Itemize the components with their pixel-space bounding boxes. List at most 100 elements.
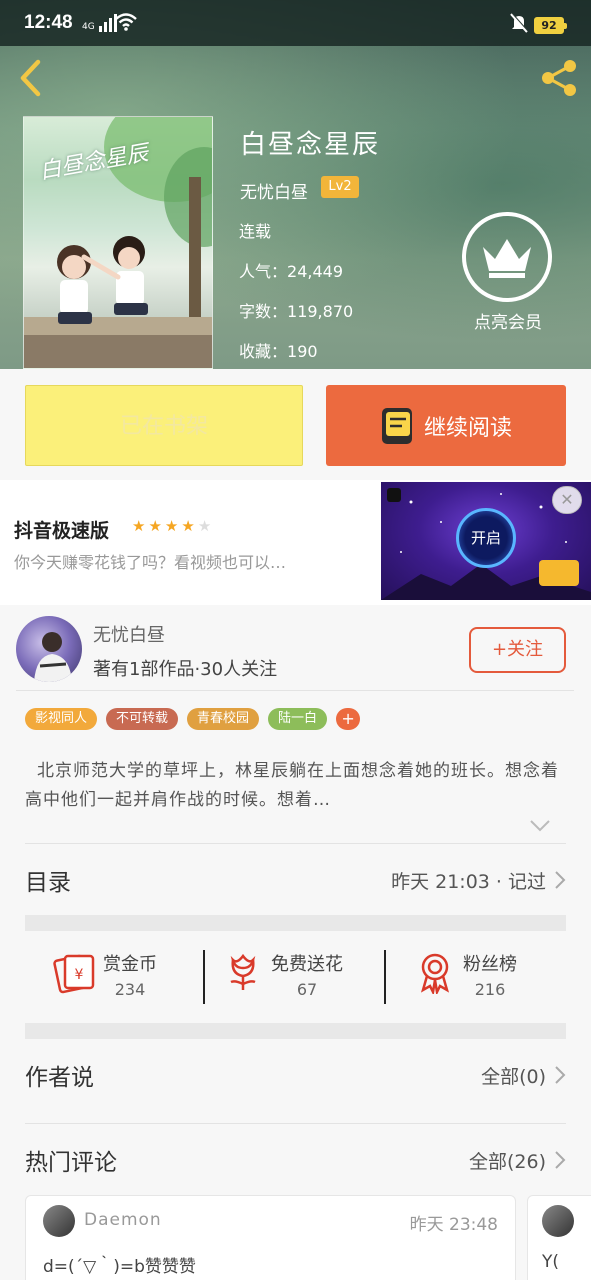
book-cover[interactable]: 白昼念星辰 [23,116,213,369]
add-tag-button[interactable]: + [336,708,361,730]
commenter-name[interactable]: Daemon [84,1210,162,1230]
status-bar: 12:48 4G 92 [0,0,591,46]
continue-reading-button[interactable]: 继续阅读 [326,385,566,466]
catalog-title: 目录 [25,870,71,896]
star-icon: ★ [181,517,198,535]
divider [16,690,574,691]
ad-subtitle: 你今天赚零花钱了吗？看视频也可以… [14,553,287,572]
stat-value: 234 [114,980,146,999]
vip-ring [462,212,552,302]
comment-text: Y( [542,1252,560,1272]
tag-chip[interactable]: 陆一白 [268,708,328,730]
network-type: 4G [82,22,95,32]
vip-label: 点亮会员 [474,313,542,333]
expand-synopsis-button[interactable] [529,818,551,837]
chevron-right-icon [555,1151,566,1169]
stat-label: 赏金币 [103,954,157,975]
author-name[interactable]: 无忧白昼 [93,621,165,647]
tag-chip[interactable]: 青春校园 [187,708,260,730]
comment-card[interactable]: Daemon 昨天 23:48 d=(´▽｀)=b赞赞赞 [25,1195,516,1280]
author-card: 无忧白昼 著有1部作品·30人关注 +关注 [0,605,591,691]
book-synopsis[interactable]: 北京师范大学的草坪上，林星辰躺在上面想念着她的班长。想念着高中他们一起并肩作战的… [25,757,570,815]
book-popularity: 人气：24,449 [239,258,343,282]
commenter-avatar[interactable] [43,1205,75,1237]
book-favorites: 收藏：190 [239,338,318,362]
medal-icon [420,953,450,994]
action-bar: 已在书架 继续阅读 [0,369,591,480]
share-button[interactable] [536,56,582,100]
divider [25,843,566,844]
word-count-label: 字数： [239,302,288,321]
author-level-badge: Lv2 [321,176,359,198]
author-says-all: 全部(0) [481,1065,546,1088]
ad-title: 抖音极速版 [14,520,110,542]
share-icon [542,60,576,96]
red-envelope-icon: ¥ [53,954,95,994]
chevron-down-icon [530,820,550,832]
book-header: 12:48 4G 92 白昼念星辰 白昼念星辰 无忧白昼 Lv2 连载 人气：2… [0,0,591,369]
back-button[interactable] [14,56,50,100]
commenter-avatar[interactable] [542,1205,574,1237]
ad-open-button[interactable]: 开启 [456,508,516,568]
flower-icon [230,953,256,990]
support-stats: ¥ 赏金币 234 免费送花 67 粉丝榜 216 [25,932,566,1024]
popularity-value: 24,449 [287,262,343,281]
tag-chip[interactable]: 不可转载 [106,708,179,730]
crown-icon [483,239,531,278]
hot-comments-row[interactable]: 热门评论 全部(26) [25,1140,566,1180]
fan-ranking-button[interactable]: 粉丝榜 216 [413,950,517,999]
continue-reading-label: 继续阅读 [423,415,512,441]
catalog-update: 昨天 21:03 · 记过 [391,867,566,894]
chevron-right-icon [555,871,566,889]
book-title: 白昼念星辰 [240,130,381,160]
catalog-update-text: 昨天 21:03 · 记过 [391,870,546,893]
ad-rating-stars: ★★★★★ [132,517,214,535]
status-time: 12:48 [24,12,73,33]
avatar-image [34,632,72,682]
comment-card[interactable]: Y( [527,1195,591,1280]
popularity-label: 人气： [239,262,288,281]
chevron-right-icon [555,1066,566,1084]
stat-divider [203,950,205,1004]
author-stats: 著有1部作品·30人关注 [93,659,278,680]
stat-divider [384,950,386,1004]
book-author[interactable]: 无忧白昼 [240,178,308,203]
favorites-value: 190 [287,342,318,361]
chevron-left-icon [20,59,41,97]
divider [25,1123,566,1124]
favorites-label: 收藏： [239,342,288,361]
author-says-title: 作者说 [25,1065,94,1091]
battery-indicator: 92 [534,17,567,34]
catalog-row[interactable]: 目录 昨天 21:03 · 记过 [25,860,566,900]
stat-label: 免费送花 [271,954,343,975]
stat-label: 粉丝榜 [463,954,517,975]
tag-list: 影视同人 不可转载 青春校园 陆一白 + [25,708,361,730]
signal-icon: 4G [82,14,117,32]
follow-button[interactable]: +关注 [469,627,566,673]
free-flower-button[interactable]: 免费送花 67 [221,950,343,999]
synopsis-text: 北京师范大学的草坪上，林星辰躺在上面想念着她的班长。想念着高中他们一起并肩作战的… [25,761,559,810]
section-separator [25,1023,566,1039]
svg-text:¥: ¥ [75,967,84,983]
hot-comments-link: 全部(26) [469,1147,566,1174]
wifi-icon [115,13,137,31]
stat-value: 216 [474,980,506,999]
star-icon: ★ [148,517,165,535]
vip-button[interactable]: 点亮会员 [462,212,554,338]
author-says-link: 全部(0) [481,1062,566,1089]
hot-comments-title: 热门评论 [25,1150,117,1176]
mute-icon [510,13,528,33]
reward-coins-button[interactable]: ¥ 赏金币 234 [53,950,157,999]
stat-value: 67 [296,980,318,999]
shelf-button[interactable]: 已在书架 [25,385,303,466]
tag-chip[interactable]: 影视同人 [25,708,98,730]
book-icon [381,407,412,444]
book-status: 连载 [239,222,272,241]
ad-close-button[interactable]: ✕ [552,486,582,514]
author-avatar[interactable] [16,616,82,682]
word-count-value: 119,870 [287,302,354,321]
hot-comments-all: 全部(26) [468,1150,546,1173]
author-says-row[interactable]: 作者说 全部(0) [25,1055,566,1095]
book-word-count: 字数：119,870 [239,298,353,322]
ad-banner[interactable]: 抖音极速版 ★★★★★ 你今天赚零花钱了吗？看视频也可以… 开启 [0,480,591,605]
